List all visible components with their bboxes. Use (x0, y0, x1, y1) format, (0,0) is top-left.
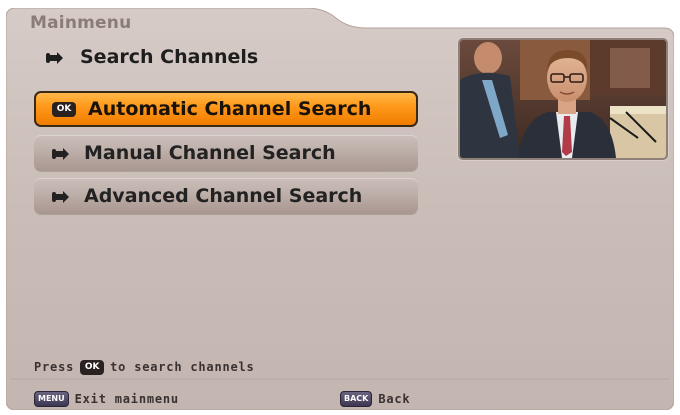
menu-item-advanced-channel-search[interactable]: Advanced Channel Search (34, 178, 418, 214)
arrow-icon (44, 49, 66, 65)
menu-item-label: Automatic Channel Search (88, 98, 372, 120)
menu-item-label: Manual Channel Search (84, 142, 336, 164)
ok-badge-icon: OK (52, 101, 76, 117)
menu-item-automatic-channel-search[interactable]: OK Automatic Channel Search (34, 91, 418, 127)
exit-mainmenu-button[interactable]: MENU Exit mainmenu (34, 389, 179, 409)
live-tv-preview (458, 38, 668, 160)
back-button[interactable]: BACK Back (340, 389, 410, 409)
tv-preview-image (460, 40, 666, 158)
menu-item-label: Advanced Channel Search (84, 185, 363, 207)
submenu-title: Search Channels (44, 44, 258, 70)
menu-key-icon: MENU (34, 391, 69, 407)
ok-badge-icon: OK (80, 359, 105, 375)
arrow-icon (50, 188, 72, 204)
hint-text: Press OK to search channels (34, 357, 255, 377)
back-label: Back (378, 392, 411, 406)
menu-item-manual-channel-search[interactable]: Manual Channel Search (34, 135, 418, 171)
exit-mainmenu-label: Exit mainmenu (74, 392, 179, 406)
menu-title: Mainmenu (30, 13, 132, 33)
tv-screen: Mainmenu Search Channels OK Automatic Ch… (0, 0, 680, 415)
back-key-icon: BACK (340, 391, 373, 407)
arrow-icon (50, 145, 72, 161)
submenu-title-label: Search Channels (80, 46, 259, 68)
hint-suffix: to search channels (110, 360, 255, 374)
hint-prefix: Press (34, 360, 75, 374)
